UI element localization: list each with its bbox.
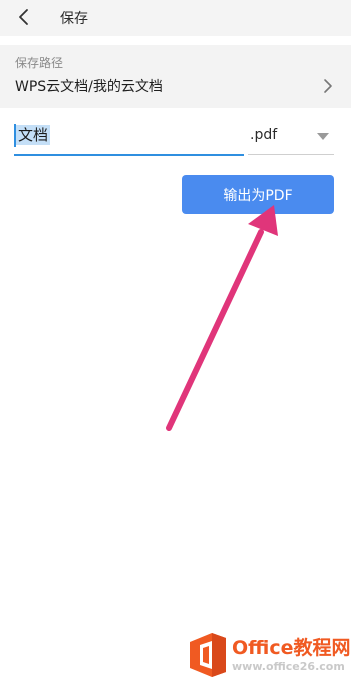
chevron-right-icon — [324, 79, 332, 93]
save-path-value: WPS云文档/我的云文档 — [15, 79, 163, 95]
export-pdf-button[interactable]: 输出为PDF — [182, 175, 334, 214]
save-path-caption: 保存路径 — [15, 56, 64, 70]
watermark-url: www.office26.com — [232, 660, 345, 673]
format-select[interactable]: .pdf — [248, 120, 334, 155]
chevron-left-icon — [19, 9, 28, 25]
office-logo-icon — [190, 633, 226, 677]
watermark: Office教程网 www.office26.com — [186, 630, 351, 680]
top-bar: 保存 — [0, 0, 351, 36]
dropdown-triangle-icon — [317, 133, 329, 140]
page-title: 保存 — [60, 11, 88, 27]
export-pdf-label: 输出为PDF — [223, 187, 293, 204]
filename-text: 文档 — [16, 125, 51, 145]
filename-input[interactable]: 文档 — [14, 120, 244, 156]
save-dialog-page: 保存 保存路径 WPS云文档/我的云文档 文档 .pdf 输出为PDF Offi… — [0, 0, 351, 683]
save-path-row[interactable]: 保存路径 WPS云文档/我的云文档 — [0, 45, 351, 108]
back-button[interactable] — [10, 4, 38, 30]
watermark-title: Office教程网 — [232, 637, 351, 659]
format-value: .pdf — [250, 127, 278, 143]
